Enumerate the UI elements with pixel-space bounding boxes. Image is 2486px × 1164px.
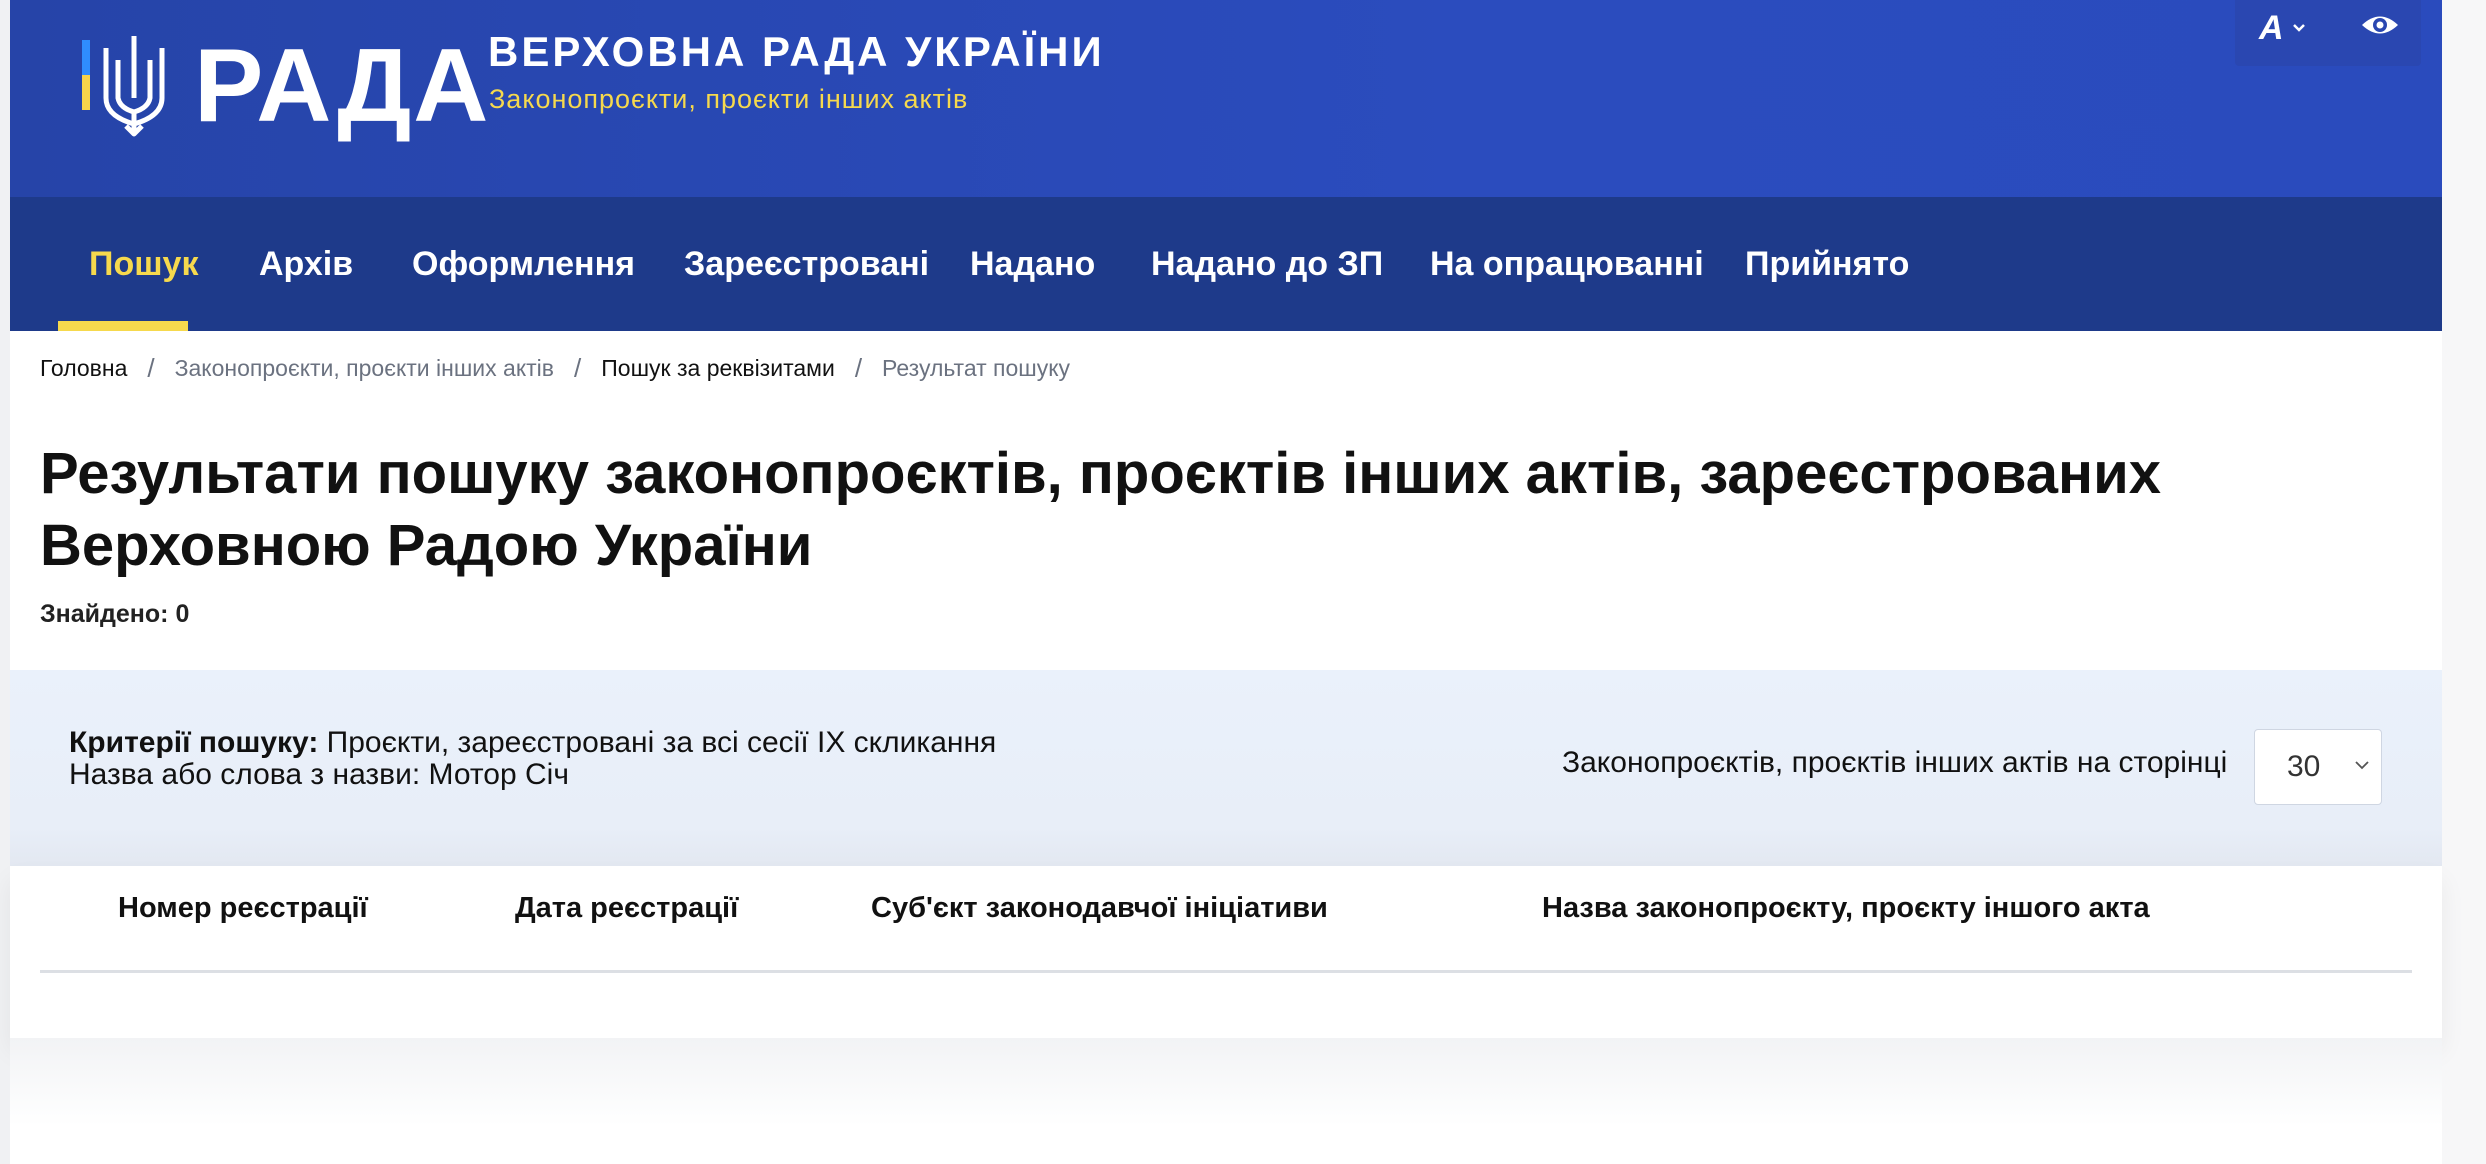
per-page-value: 30 bbox=[2287, 750, 2321, 783]
per-page-label: Законопроєктів, проєктів інших актів на … bbox=[1562, 746, 2228, 779]
page-title: Результати пошуку законопроєктів, проєкт… bbox=[40, 441, 2161, 578]
right-edge bbox=[2442, 0, 2486, 1164]
criteria-name-line: Назва або слова з назви: Мотор Січ bbox=[69, 758, 569, 791]
site-subtitle[interactable]: Законопроєкти, проєкти інших актів bbox=[489, 84, 968, 115]
breadcrumb-separator: / bbox=[147, 352, 155, 383]
breadcrumb-bills[interactable]: Законопроєкти, проєкти інших актів bbox=[175, 355, 554, 382]
criteria-label: Критерії пошуку: bbox=[69, 726, 319, 759]
nav-item-submitted[interactable]: Надано bbox=[970, 197, 1095, 331]
font-size-button[interactable]: A bbox=[2259, 6, 2329, 50]
site-header: РАДА ВЕРХОВНА РАДА УКРАЇНИ Законопроєкти… bbox=[10, 0, 2442, 197]
eye-icon[interactable] bbox=[2360, 10, 2400, 40]
column-header-initiator[interactable]: Суб'єкт законодавчої ініціативи bbox=[871, 892, 1328, 925]
nav-item-submitted-zp[interactable]: Надано до ЗП bbox=[1151, 197, 1383, 331]
flag-icon bbox=[82, 40, 90, 110]
breadcrumb-separator: / bbox=[854, 352, 863, 383]
results-count: Знайдено: 0 bbox=[40, 600, 190, 628]
criteria-value: Проєкти, зареєстровані за всі сесії IX с… bbox=[318, 726, 997, 759]
nav-item-adopted[interactable]: Прийнято bbox=[1745, 197, 1909, 331]
page: РАДА ВЕРХОВНА РАДА УКРАЇНИ Законопроєкти… bbox=[10, 0, 2442, 1164]
logo-wordmark: РАДА bbox=[194, 28, 491, 144]
breadcrumb-current: Результат пошуку bbox=[882, 354, 1071, 381]
nav-item-formatting[interactable]: Оформлення bbox=[412, 197, 635, 331]
font-size-label: A bbox=[2259, 8, 2284, 47]
column-header-reg-number[interactable]: Номер реєстрації bbox=[118, 892, 368, 925]
breadcrumb-home[interactable]: Головна bbox=[40, 355, 127, 382]
results-table: Номер реєстрації Дата реєстрації Суб'єкт… bbox=[10, 866, 2442, 1038]
breadcrumb: Головна / Законопроєкти, проєкти інших а… bbox=[40, 348, 1070, 388]
breadcrumb-separator: / bbox=[574, 352, 582, 383]
per-page-select[interactable]: 30 bbox=[2254, 729, 2382, 805]
trident-icon bbox=[103, 36, 165, 137]
accessibility-panel: A bbox=[2235, 0, 2421, 66]
nav-item-search[interactable]: Пошук bbox=[89, 197, 198, 331]
criteria-line: Критерії пошуку: Проєкти, зареєстровані … bbox=[69, 726, 996, 760]
column-header-reg-date[interactable]: Дата реєстрації bbox=[515, 892, 738, 925]
table-divider bbox=[40, 970, 2412, 973]
main-nav: Пошук Архів Оформлення Зареєстровані Над… bbox=[10, 197, 2442, 331]
active-tab-indicator bbox=[58, 321, 188, 331]
nav-item-archive[interactable]: Архів bbox=[259, 197, 353, 331]
search-criteria-panel: Критерії пошуку: Проєкти, зареєстровані … bbox=[10, 670, 2442, 866]
chevron-down-icon bbox=[2355, 761, 2369, 770]
site-title[interactable]: ВЕРХОВНА РАДА УКРАЇНИ bbox=[488, 28, 1105, 76]
left-edge bbox=[0, 0, 10, 1164]
page-bottom bbox=[10, 1038, 2442, 1164]
nav-item-registered[interactable]: Зареєстровані bbox=[684, 197, 929, 331]
column-header-title[interactable]: Назва законопроєкту, проєкту іншого акта bbox=[1542, 892, 2150, 925]
nav-item-in-progress[interactable]: На опрацюванні bbox=[1430, 197, 1704, 331]
breadcrumb-search[interactable]: Пошук за реквізитами bbox=[601, 355, 835, 382]
chevron-down-icon bbox=[2292, 24, 2305, 32]
